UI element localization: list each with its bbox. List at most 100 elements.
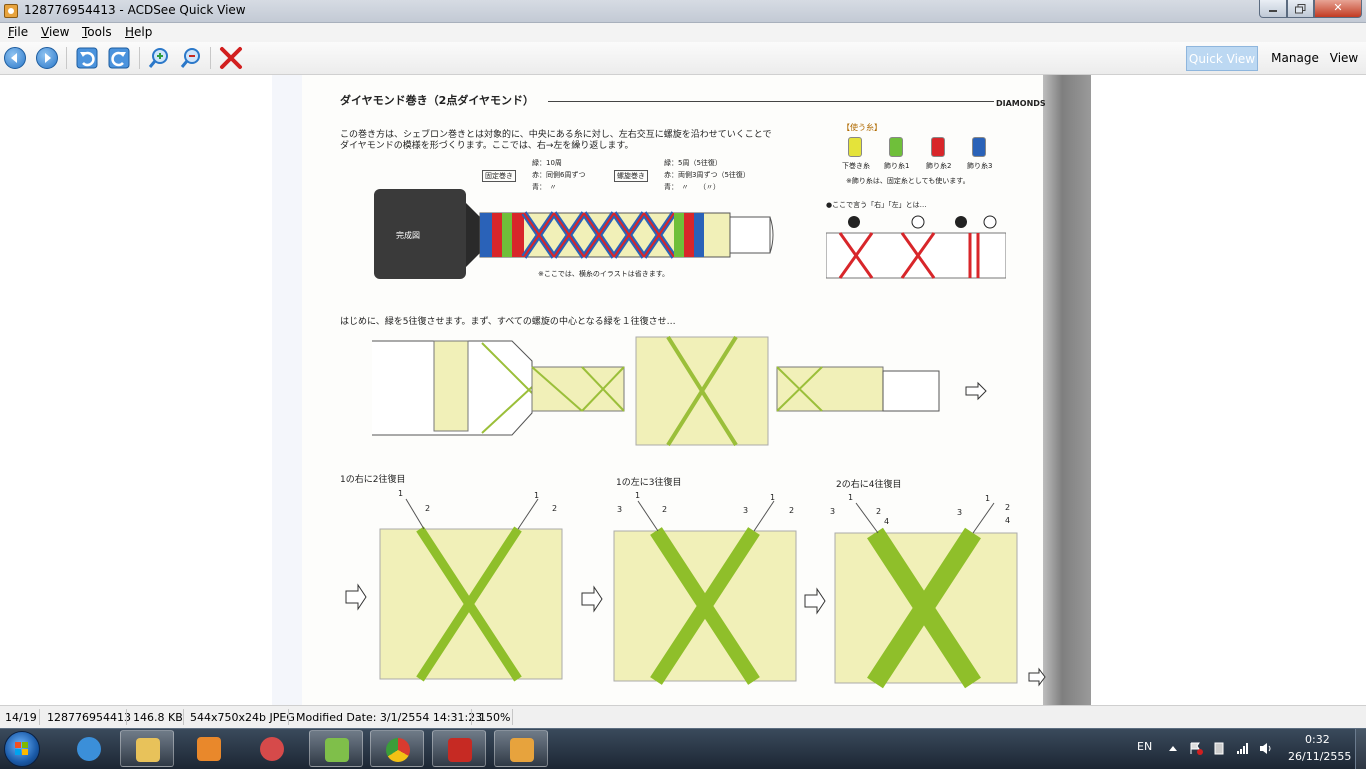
taskbar-file-explorer[interactable] <box>120 730 174 767</box>
taskbar: EN 0:32 26/11/2555 <box>0 728 1366 769</box>
acdsee-app-icon <box>4 4 18 18</box>
taskbar-chrome[interactable] <box>370 730 424 767</box>
step-label-1: 1の右に2往復目 <box>340 475 406 485</box>
step-number: 3 <box>830 507 836 516</box>
zoom-in-icon <box>148 48 168 68</box>
next-icon <box>45 53 51 63</box>
step-panels-illustration <box>345 498 1046 689</box>
menu-bar: File View Tools Help <box>0 23 1366 42</box>
show-desktop-button[interactable] <box>1355 729 1366 769</box>
delete-icon <box>220 47 242 69</box>
paint-icon <box>260 737 284 761</box>
action-center-flag-icon[interactable] <box>1189 742 1203 755</box>
page-heading-right: DIAMONDS <box>996 99 1046 108</box>
toolbar-separator <box>66 47 67 69</box>
status-separator <box>288 709 289 725</box>
delete-button[interactable] <box>219 46 243 70</box>
menu-help[interactable]: Help <box>125 25 152 39</box>
step-number: 2 <box>662 505 668 514</box>
thread-spool-4 <box>972 137 986 157</box>
step-number: 1 <box>770 493 776 502</box>
thread-spool-1 <box>848 137 862 157</box>
thread-legend-note: ※飾り糸は、固定糸としても使います。 <box>846 177 970 185</box>
heading-rule <box>548 101 994 102</box>
zoom-out-button[interactable] <box>179 46 203 70</box>
status-zoom[interactable]: 150% <box>479 711 510 724</box>
thread-label-4: 飾り糸3 <box>967 162 993 170</box>
window-title: 128776954413 - ACDSee Quick View <box>24 3 246 17</box>
thread-spool-3 <box>931 137 945 157</box>
clock-time[interactable]: 0:32 <box>1305 733 1330 746</box>
step-number: 3 <box>617 505 623 514</box>
taskbar-acrobat[interactable] <box>432 730 486 767</box>
menu-view[interactable]: View <box>41 25 69 39</box>
step-number: 3 <box>957 508 963 517</box>
status-separator <box>183 709 184 725</box>
page-edge-shadow <box>1043 75 1091 705</box>
step-number: 3 <box>743 506 749 515</box>
previous-icon <box>11 53 17 63</box>
thread-legend-title: 【使う糸】 <box>842 123 882 132</box>
minimize-icon <box>1269 10 1277 12</box>
quick-view-tab[interactable]: Quick View <box>1186 46 1258 71</box>
clock-date[interactable]: 26/11/2555 <box>1288 750 1351 763</box>
previous-button[interactable] <box>4 47 26 69</box>
restore-icon <box>1295 4 1306 14</box>
spiral-wrap-label: 螺旋巻き <box>614 170 648 182</box>
start-button[interactable] <box>4 731 40 767</box>
menu-file[interactable]: File <box>8 25 28 39</box>
next-button[interactable] <box>36 47 58 69</box>
toolbar-separator <box>210 47 211 69</box>
rotate-left-icon <box>76 47 98 69</box>
status-filesize: 146.8 KB <box>133 711 183 724</box>
zoom-out-icon <box>180 48 200 68</box>
thread-label-2: 飾り糸1 <box>884 162 910 170</box>
completed-label: 完成図 <box>396 231 420 240</box>
view-tab[interactable]: View <box>1328 46 1360 71</box>
step-number: 1 <box>534 491 540 500</box>
manage-tab[interactable]: Manage <box>1262 46 1328 71</box>
rotate-right-button[interactable] <box>107 46 131 70</box>
step-number: 1 <box>985 494 991 503</box>
taskbar-paint[interactable] <box>245 730 299 767</box>
menu-tools[interactable]: Tools <box>82 25 112 39</box>
network-signal-icon[interactable] <box>1236 742 1250 755</box>
chrome-icon <box>386 738 410 762</box>
status-separator <box>126 709 127 725</box>
rotate-right-icon <box>108 47 130 69</box>
step-number: 2 <box>552 504 558 513</box>
taskbar-photo-viewer[interactable] <box>309 730 363 767</box>
status-separator <box>471 709 472 725</box>
taskbar-acdsee[interactable] <box>494 730 548 767</box>
fix-line-2: 赤：同側6周ずつ <box>532 171 586 179</box>
file-explorer-icon <box>136 738 160 762</box>
acrobat-icon <box>448 738 472 762</box>
device-icon[interactable] <box>1212 742 1226 755</box>
step-number: 2 <box>789 506 795 515</box>
left-right-diagram <box>826 215 1006 279</box>
maximize-button[interactable] <box>1287 0 1314 18</box>
page-binding-strip <box>272 75 302 705</box>
image-viewer[interactable]: ダイヤモンド巻き（2点ダイヤモンド） DIAMONDS この巻き方は、シェブロン… <box>0 75 1366 705</box>
completed-note: ※ここでは、横糸のイラストは省きます。 <box>538 270 670 278</box>
taskbar-media-player[interactable] <box>182 730 236 767</box>
status-index: 14/19 <box>5 711 37 724</box>
taskbar-internet-explorer[interactable] <box>62 730 116 767</box>
status-separator <box>512 709 513 725</box>
language-indicator[interactable]: EN <box>1137 740 1152 753</box>
status-modified-date: Modified Date: 3/1/2554 14:31:23 <box>296 711 483 724</box>
spiral-line-2: 赤：両側3周ずつ（5往復） <box>664 171 750 179</box>
step-number: 4 <box>884 517 890 526</box>
minimize-button[interactable] <box>1259 0 1287 18</box>
step-number: 4 <box>1005 516 1011 525</box>
close-button[interactable]: ✕ <box>1314 0 1362 18</box>
acdsee-icon <box>510 738 534 762</box>
zoom-in-button[interactable] <box>147 46 171 70</box>
rotate-left-button[interactable] <box>75 46 99 70</box>
step-number: 2 <box>876 507 882 516</box>
show-hidden-icons-icon[interactable] <box>1166 742 1180 755</box>
volume-icon[interactable] <box>1259 742 1273 755</box>
thread-label-3: 飾り糸2 <box>926 162 952 170</box>
internet-explorer-icon <box>77 737 101 761</box>
title-bar: 128776954413 - ACDSee Quick View ✕ <box>0 0 1366 23</box>
